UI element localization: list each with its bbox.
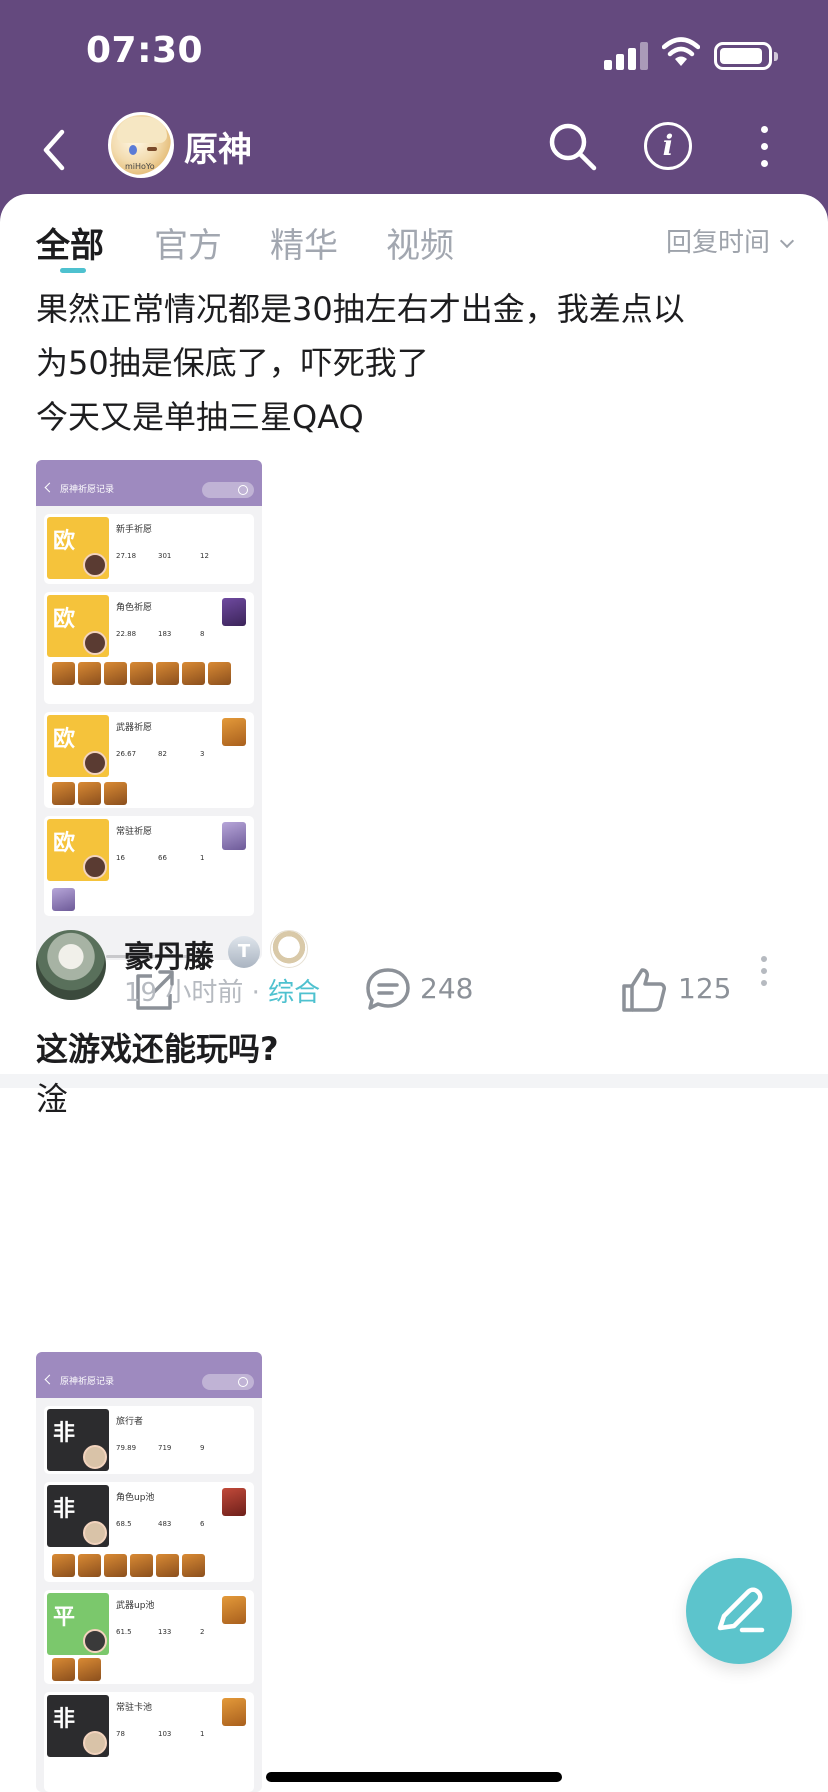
post-divider	[0, 1074, 828, 1088]
user-avatar[interactable]	[36, 930, 106, 1000]
thumb-title: 原神祈愿记录	[60, 485, 115, 495]
back-icon[interactable]	[26, 120, 86, 180]
post-line: 今天又是单抽三星QAQ	[36, 398, 364, 436]
app-avatar[interactable]: miHoYo	[108, 112, 174, 178]
post-more-icon[interactable]	[758, 956, 770, 990]
gacha-card: 平 武器up池 61.5 133 2	[44, 1590, 254, 1684]
gacha-card: 非 常驻卡池 78 103 1	[44, 1692, 254, 1792]
sort-label: 回复时间	[665, 228, 770, 258]
gacha-card: 欧 新手祈愿 27.18 301 12	[44, 514, 254, 584]
gacha-badge: 非	[47, 1485, 109, 1547]
info-icon[interactable]: i	[644, 122, 692, 170]
post-line: 果然正常情况都是30抽左右才出金，我差点以	[36, 290, 685, 328]
gacha-badge: 非	[47, 1695, 109, 1757]
status-time: 07:30	[86, 30, 204, 71]
user-name[interactable]: 豪丹藤	[124, 932, 214, 976]
post-image[interactable]: 原神祈愿记录 欧 新手祈愿 27.18 301 12 欧 角色祈愿 22.88 183…	[36, 460, 262, 960]
app-name: 原神	[184, 130, 252, 170]
edit-icon	[717, 1587, 765, 1633]
tab-active-indicator	[60, 268, 86, 273]
gacha-card: 欧 武器祈愿 26.67 82 3	[44, 712, 254, 808]
more-icon[interactable]	[755, 126, 775, 170]
gacha-badge: 欧	[47, 819, 109, 881]
meta-separator: ·	[251, 978, 260, 1008]
status-bar: 07:30	[0, 0, 828, 100]
gacha-badge: 欧	[47, 517, 109, 579]
tab-bar: 全部 官方 精华 视频 回复时间	[0, 194, 828, 276]
post-meta: 19 小时前 · 综合	[124, 972, 320, 1009]
gacha-badge: 欧	[47, 595, 109, 657]
gacha-badge: 平	[47, 1593, 109, 1655]
tab-featured[interactable]: 精华	[270, 218, 338, 267]
post-body[interactable]: 果然正常情况都是30抽左右才出金，我差点以 为50抽是保底了，吓死我了 今天又是…	[36, 282, 796, 444]
tab-video[interactable]: 视频	[386, 218, 454, 267]
level-badge: T	[228, 936, 260, 968]
post-time: 19 小时前	[124, 978, 244, 1008]
gacha-card: 非 旅行者 79.89 719 9	[44, 1406, 254, 1474]
post-title[interactable]: 这游戏还能玩吗?	[36, 1024, 279, 1070]
post-line: 为50抽是保底了，吓死我了	[36, 344, 429, 382]
comment-icon[interactable]	[364, 960, 412, 1020]
gacha-card: 欧 常驻祈愿 16 66 1	[44, 816, 254, 916]
gacha-card: 欧 角色祈愿 22.88 183 8	[44, 592, 254, 704]
thumb-title: 原神祈愿记录	[60, 1377, 115, 1387]
post-category[interactable]: 综合	[268, 978, 320, 1008]
tab-all[interactable]: 全部	[36, 218, 104, 267]
gacha-card: 非 角色up池 68.5 483 6	[44, 1482, 254, 1582]
like-icon[interactable]	[620, 960, 668, 1020]
comment-count[interactable]: 248	[420, 972, 473, 1005]
search-icon[interactable]	[546, 120, 600, 174]
avatar-tag: miHoYo	[125, 162, 155, 171]
like-count[interactable]: 125	[678, 972, 731, 1005]
medal-badge	[270, 930, 308, 968]
chevron-down-icon	[779, 233, 795, 249]
cellular-signal-icon	[604, 40, 648, 70]
content-sheet: 全部 官方 精华 视频 回复时间 果然正常情况都是30抽左右才出金，我差点以 为…	[0, 194, 828, 1792]
gacha-badge: 非	[47, 1409, 109, 1471]
home-indicator	[266, 1772, 562, 1782]
tab-official[interactable]: 官方	[154, 218, 222, 267]
post-body[interactable]: 淦	[36, 1074, 68, 1120]
battery-icon	[714, 42, 778, 70]
sort-dropdown[interactable]: 回复时间	[665, 222, 795, 259]
post-image[interactable]: 原神祈愿记录 非 旅行者 79.89 719 9 非 角色up池 68.5 483 6 …	[36, 1352, 262, 1792]
gacha-badge: 欧	[47, 715, 109, 777]
wifi-icon	[662, 37, 700, 66]
new-post-button[interactable]	[686, 1558, 792, 1664]
